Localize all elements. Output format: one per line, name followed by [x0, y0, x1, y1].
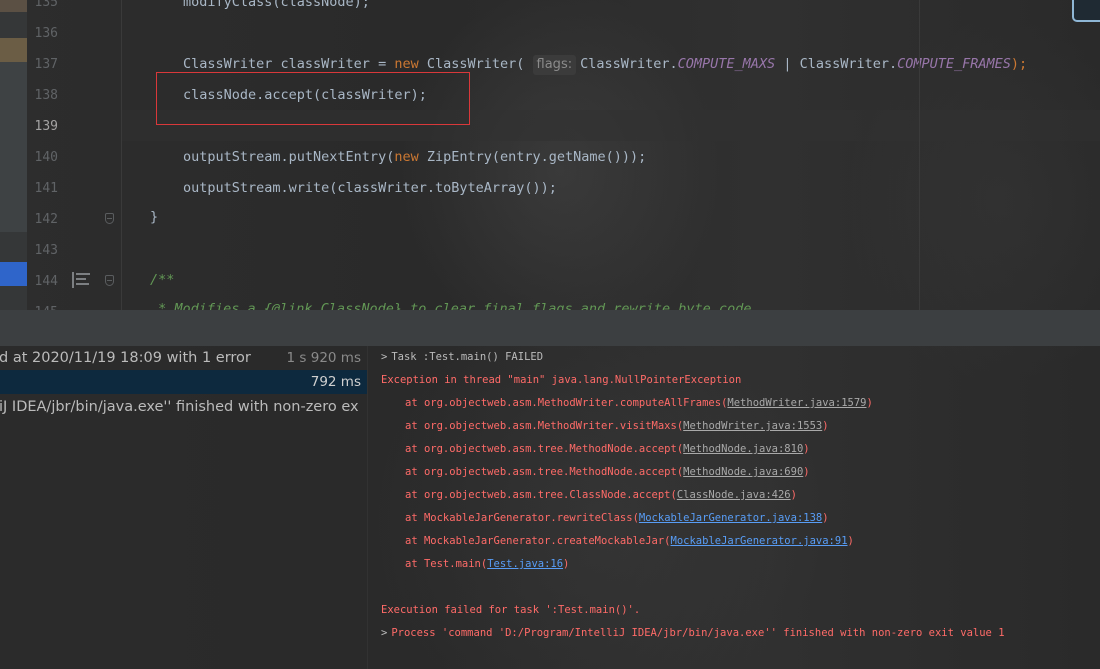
- source-link[interactable]: MethodNode.java:690: [683, 466, 803, 478]
- tree-row-time: 1 s 920 ms: [286, 350, 361, 366]
- stack-frame-end: ): [790, 489, 797, 501]
- stack-frame: at org.objectweb.asm.MethodWriter.comput…: [381, 392, 873, 415]
- tree-row-label: d at 2020/11/19 18:09 with 1 error: [0, 350, 251, 366]
- line-number-current: 139: [34, 119, 58, 134]
- line-number: 142: [34, 212, 58, 227]
- stack-frame-text: at org.objectweb.asm.MethodWriter.comput…: [405, 397, 728, 409]
- keyword-token: new: [394, 149, 419, 165]
- console-text: Task :Test.main() FAILED: [391, 351, 544, 363]
- code-token: ZipEntry(entry.getName()));: [418, 149, 647, 165]
- code-token: outputStream.putNextEntry(: [183, 149, 395, 165]
- fold-start-icon[interactable]: [105, 275, 114, 286]
- stack-frame-end: ): [803, 443, 810, 455]
- constant-token: COMPUTE_MAXS: [677, 56, 776, 72]
- line-number: 140: [34, 150, 58, 165]
- corner-widget-icon[interactable]: [1072, 0, 1100, 22]
- source-link[interactable]: MethodWriter.java:1553: [683, 420, 822, 432]
- stack-frame-end: ): [822, 512, 829, 524]
- source-link[interactable]: MethodWriter.java:1579: [727, 397, 866, 409]
- render-javadoc-icon[interactable]: [72, 272, 90, 288]
- code-token: |: [775, 56, 800, 72]
- stack-frame-text: at org.objectweb.asm.tree.ClassNode.acce…: [405, 489, 677, 501]
- panel-divider[interactable]: [0, 310, 1100, 346]
- code-token: ClassWriter classWriter =: [183, 56, 395, 72]
- stack-frame-end: ): [822, 420, 829, 432]
- code-line-140[interactable]: outputStream.putNextEntry(new ZipEntry(e…: [183, 142, 646, 173]
- source-link[interactable]: MethodNode.java:810: [683, 443, 803, 455]
- line-number: 137: [34, 57, 58, 72]
- stack-frame-end: ): [866, 397, 873, 409]
- line-number: 141: [34, 181, 58, 196]
- console-process-line: > Process 'command 'D:/Program/IntelliJ I…: [381, 622, 1005, 645]
- line-number: 136: [34, 26, 58, 41]
- stack-frame-text: at org.objectweb.asm.tree.MethodNode.acc…: [405, 466, 684, 478]
- right-margin-guide: [919, 0, 920, 310]
- stack-frame: at MockableJarGenerator.rewriteClass(Moc…: [381, 507, 829, 530]
- source-link[interactable]: MockableJarGenerator.java:138: [639, 512, 822, 524]
- line-number: 145: [27, 297, 58, 310]
- code-token: ClassWriter.: [799, 56, 898, 72]
- stack-frame-end: ): [803, 466, 810, 478]
- stack-frame-end: ): [847, 535, 854, 547]
- line-number: 138: [34, 88, 58, 103]
- stack-frame: at org.objectweb.asm.tree.ClassNode.acce…: [381, 484, 797, 507]
- run-tool-window: d at 2020/11/19 18:09 with 1 error 1 s 9…: [0, 346, 1100, 669]
- code-area[interactable]: modifyClass(classNode); ClassWriter clas…: [122, 0, 1100, 310]
- code-token: ClassWriter(: [418, 56, 525, 72]
- code-line-135[interactable]: modifyClass(classNode);: [183, 0, 370, 18]
- editor-gutter: 135 136 137 138 139 140 141 142 143 144 …: [27, 0, 121, 310]
- tool-window-strip: [0, 0, 27, 310]
- code-line-142[interactable]: }: [150, 202, 158, 233]
- tree-row-task[interactable]: 792 ms: [0, 370, 367, 394]
- code-token: );: [1010, 56, 1028, 72]
- stack-frame-text: at Test.main(: [405, 558, 488, 570]
- tree-row-label: iJ IDEA/jbr/bin/java.exe'' finished with…: [0, 399, 359, 415]
- fold-end-icon[interactable]: [105, 213, 114, 224]
- keyword-token: new: [394, 56, 419, 72]
- stack-frame-text: at MockableJarGenerator.createMockableJa…: [405, 535, 671, 547]
- stack-frame: at MockableJarGenerator.createMockableJa…: [381, 530, 854, 553]
- tree-row-process[interactable]: iJ IDEA/jbr/bin/java.exe'' finished with…: [0, 395, 367, 419]
- caret-icon: >: [381, 627, 388, 639]
- stack-frame-text: at org.objectweb.asm.MethodWriter.visitM…: [405, 420, 684, 432]
- line-number: 143: [34, 243, 58, 258]
- stack-frame: at Test.main(Test.java:16): [381, 553, 569, 576]
- source-link[interactable]: Test.java:16: [487, 558, 563, 570]
- stack-frame: at org.objectweb.asm.tree.MethodNode.acc…: [381, 438, 810, 461]
- line-number: 144: [34, 274, 58, 289]
- stack-frame-end: ): [563, 558, 570, 570]
- source-link[interactable]: ClassNode.java:426: [677, 489, 791, 501]
- console-output[interactable]: > Task :Test.main() FAILED Exception in t…: [368, 346, 1100, 669]
- source-link[interactable]: MockableJarGenerator.java:91: [671, 535, 848, 547]
- line-number: 135: [34, 0, 58, 10]
- tree-row-build[interactable]: d at 2020/11/19 18:09 with 1 error 1 s 9…: [0, 346, 367, 370]
- run-tree[interactable]: d at 2020/11/19 18:09 with 1 error 1 s 9…: [0, 346, 367, 669]
- console-task-line: > Task :Test.main() FAILED: [381, 346, 543, 369]
- console-text: Process 'command 'D:/Program/IntelliJ ID…: [391, 627, 1005, 639]
- code-line-145[interactable]: * Modifies a {@link ClassNode} to clear …: [150, 294, 759, 310]
- code-line-141[interactable]: outputStream.write(classWriter.toByteArr…: [183, 173, 557, 204]
- stack-frame: at org.objectweb.asm.MethodWriter.visitM…: [381, 415, 829, 438]
- caret-icon: >: [381, 351, 388, 363]
- code-token: ClassWriter.: [580, 56, 678, 72]
- highlight-annotation-box: [156, 72, 470, 125]
- console-execution-failed: Execution failed for task ':Test.main()'…: [381, 604, 641, 616]
- stack-frame-text: at MockableJarGenerator.rewriteClass(: [405, 512, 639, 524]
- console-exception-line: Exception in thread "main" java.lang.Nul…: [381, 374, 742, 386]
- parameter-hint: flags:: [532, 55, 577, 75]
- stack-frame: at org.objectweb.asm.tree.MethodNode.acc…: [381, 461, 810, 484]
- code-editor[interactable]: 135 136 137 138 139 140 141 142 143 144 …: [0, 0, 1100, 310]
- constant-token: COMPUTE_FRAMES: [897, 56, 1011, 72]
- stack-frame-text: at org.objectweb.asm.tree.MethodNode.acc…: [405, 443, 684, 455]
- code-line-144[interactable]: /**: [150, 265, 174, 296]
- tree-row-time: 792 ms: [310, 374, 361, 390]
